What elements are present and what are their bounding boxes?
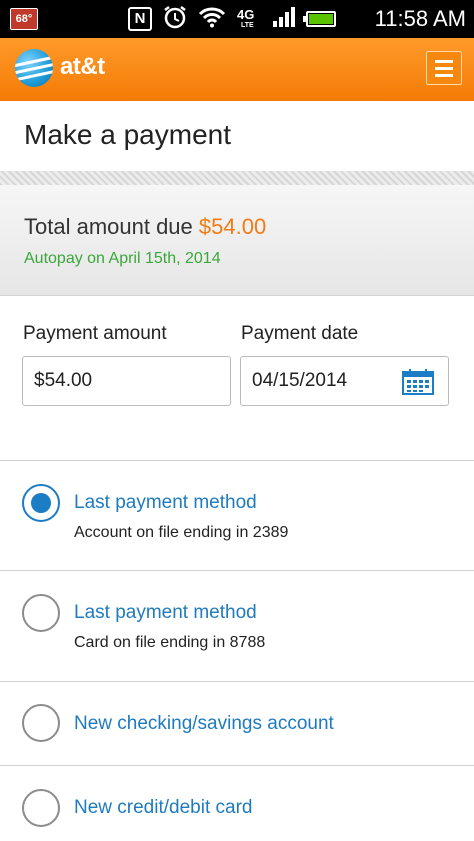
status-time: 11:58 AM (374, 6, 466, 31)
payment-option-new-checking[interactable]: New checking/savings account (0, 682, 474, 765)
app-header: at&t (0, 38, 474, 101)
radio-button[interactable] (22, 704, 60, 742)
radio-button[interactable] (22, 789, 60, 827)
section-divider (0, 171, 474, 185)
hamburger-menu-icon[interactable] (426, 51, 462, 85)
status-icons: N 4G LTE (128, 4, 336, 35)
payment-option-title: New checking/savings account (74, 713, 334, 734)
signal-icon (272, 6, 296, 33)
payment-option-last-card[interactable]: Last payment method Card on file ending … (0, 571, 474, 681)
payment-option-title: New credit/debit card (74, 797, 253, 818)
brand-logo-text: at&t (60, 53, 105, 80)
att-globe-logo-icon (15, 49, 53, 87)
alarm-icon (162, 4, 188, 35)
battery-icon (303, 11, 336, 27)
total-due-card: Total amount due $54.00 Autopay on April… (0, 185, 474, 296)
network-type-icon: 4G LTE (236, 6, 262, 33)
payment-amount-label: Payment amount (23, 323, 167, 344)
svg-text:4G: 4G (237, 7, 254, 22)
payment-option-new-card[interactable]: New credit/debit card (0, 766, 474, 841)
svg-text:LTE: LTE (241, 22, 254, 28)
calendar-icon[interactable] (402, 369, 434, 395)
wifi-icon (198, 6, 226, 33)
payment-option-last-account[interactable]: Last payment method Account on file endi… (0, 461, 474, 570)
page-title: Make a payment (24, 119, 231, 150)
total-due-amount: $54.00 (198, 214, 267, 239)
payment-option-title: Last payment method (74, 492, 257, 513)
payment-date-field[interactable]: 04/15/2014 (240, 356, 449, 406)
weather-badge: 68° (10, 8, 38, 30)
autopay-notice: Autopay on April 15th, 2014 (24, 250, 221, 267)
total-due-label: Total amount due (24, 214, 193, 239)
nfc-icon: N (128, 7, 152, 31)
payment-amount-field[interactable]: $54.00 (22, 356, 231, 406)
payment-option-title: Last payment method (74, 602, 257, 623)
status-bar: 68° N 4G LTE 11:58 AM (0, 0, 474, 38)
radio-button-selected[interactable] (22, 484, 60, 522)
payment-option-subtitle: Account on file ending in 2389 (74, 524, 289, 541)
payment-date-value: 04/15/2014 (252, 370, 348, 391)
total-due-line: Total amount due $54.00 (24, 212, 266, 242)
payment-date-label: Payment date (241, 323, 359, 344)
radio-button[interactable] (22, 594, 60, 632)
payment-option-subtitle: Card on file ending in 8788 (74, 634, 266, 651)
